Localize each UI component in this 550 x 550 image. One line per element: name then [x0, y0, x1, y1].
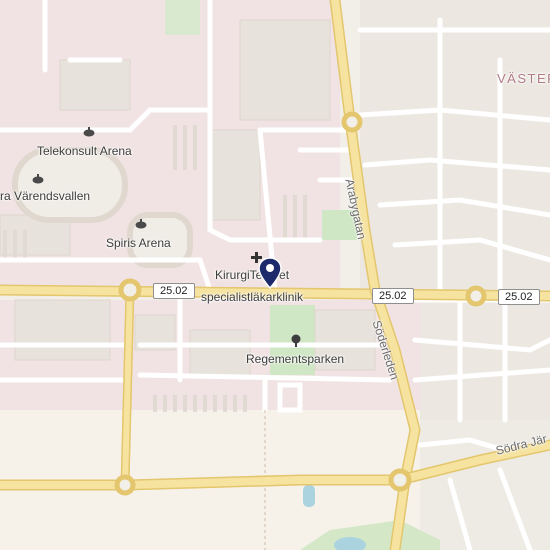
- road-shield: 25.02: [372, 288, 414, 304]
- road-shield: 25.02: [498, 289, 540, 305]
- pond-small: [303, 485, 315, 507]
- poi-label-telekonsult-arena[interactable]: Telekonsult Arena: [37, 144, 132, 158]
- poi-label-spiris-arena[interactable]: Spiris Arena: [106, 236, 171, 250]
- map-view[interactable]: VÄSTER Arabygatan Söderleden Södra Jär T…: [0, 0, 550, 550]
- stadium-icon: [32, 174, 44, 184]
- tree-icon: [291, 334, 301, 347]
- poi-label-specialistlakarklinik[interactable]: specialistläkarklinik: [201, 290, 303, 304]
- residential-area-southeast: [420, 300, 550, 420]
- poi-label-varendsvallen[interactable]: ra Värendsvallen: [0, 189, 90, 203]
- stadium-icon: [83, 127, 95, 137]
- poi-label-regementsparken[interactable]: Regementsparken: [246, 352, 344, 366]
- district-label-vaster: VÄSTER: [497, 71, 550, 86]
- park-area-north: [165, 0, 200, 35]
- stadium-icon: [135, 219, 147, 229]
- road-shield: 25.02: [153, 283, 195, 299]
- residential-area-east: [360, 0, 550, 290]
- location-pin-icon[interactable]: [258, 257, 282, 289]
